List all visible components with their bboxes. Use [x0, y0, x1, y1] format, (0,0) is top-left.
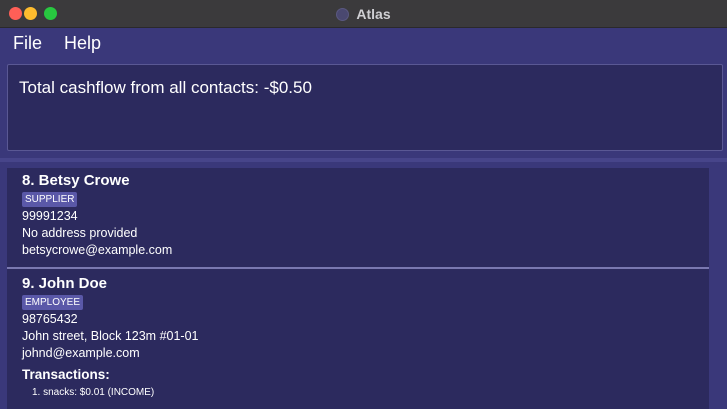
contact-email: johnd@example.com	[22, 346, 140, 360]
contact-name: 9. John Doe	[22, 275, 108, 292]
contact-email: betsycrowe@example.com	[22, 243, 173, 257]
contact-phone: 98765432	[22, 312, 78, 326]
contact-list-panel: 8. Betsy Crowe SUPPLIER 99991234 No addr…	[0, 162, 727, 409]
contact-tag: EMPLOYEE	[22, 295, 84, 310]
contact-address: No address provided	[22, 226, 138, 240]
contact-card[interactable]: 9. John Doe EMPLOYEE 98765432 John stree…	[7, 270, 709, 409]
transactions-heading: Transactions:	[22, 367, 110, 382]
window-title-group: Atlas	[0, 0, 727, 28]
contact-phone: 99991234	[22, 209, 78, 223]
menu-bar: File Help	[0, 28, 727, 58]
result-message: Total cashflow from all contacts: -$0.50	[19, 78, 312, 97]
result-display[interactable]: Total cashflow from all contacts: -$0.50	[7, 64, 723, 151]
contact-name: 8. Betsy Crowe	[22, 172, 130, 189]
contact-tag: SUPPLIER	[22, 192, 78, 207]
result-panel: Total cashflow from all contacts: -$0.50	[0, 58, 727, 158]
title-bar: Atlas	[0, 0, 727, 28]
menu-help[interactable]: Help	[64, 33, 101, 54]
contact-address: John street, Block 123m #01-01	[22, 329, 199, 343]
app-icon	[336, 7, 350, 21]
contact-card[interactable]: 8. Betsy Crowe SUPPLIER 99991234 No addr…	[7, 168, 709, 269]
menu-file[interactable]: File	[13, 33, 42, 54]
window-title: Atlas	[356, 6, 391, 22]
transaction-item: 1. snacks: $0.01 (INCOME)	[32, 387, 155, 398]
